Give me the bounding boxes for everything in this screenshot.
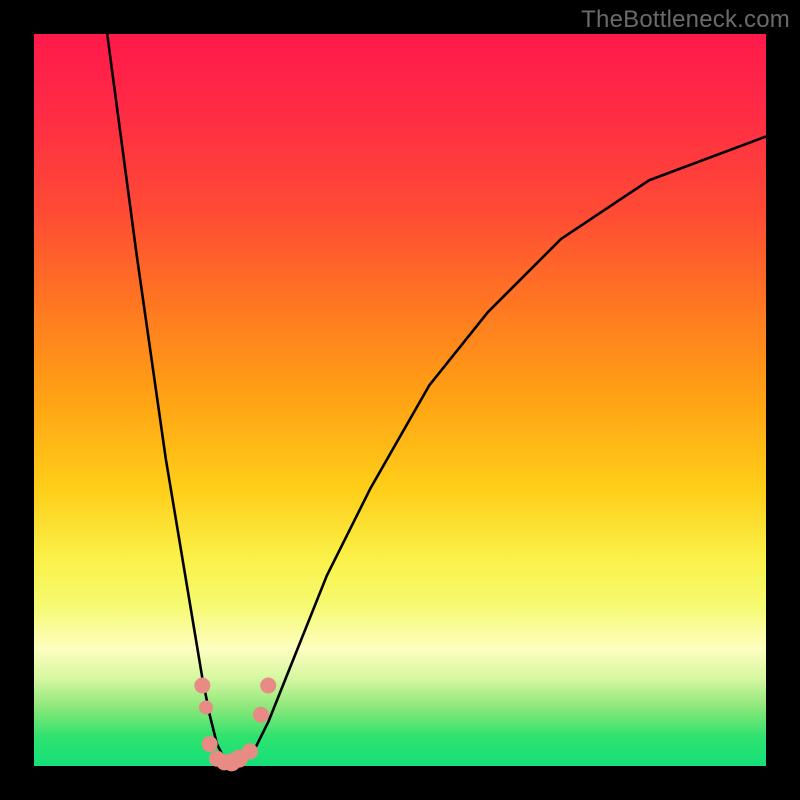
data-marker <box>202 736 218 752</box>
data-marker <box>194 677 210 693</box>
data-marker <box>199 700 213 714</box>
curve-layer <box>34 34 766 766</box>
plot-area <box>34 34 766 766</box>
data-marker <box>260 677 276 693</box>
chart-frame: TheBottleneck.com <box>0 0 800 800</box>
data-marker <box>242 743 258 759</box>
watermark-text: TheBottleneck.com <box>581 6 790 34</box>
bottleneck-curve <box>107 34 766 766</box>
data-marker <box>253 707 269 723</box>
